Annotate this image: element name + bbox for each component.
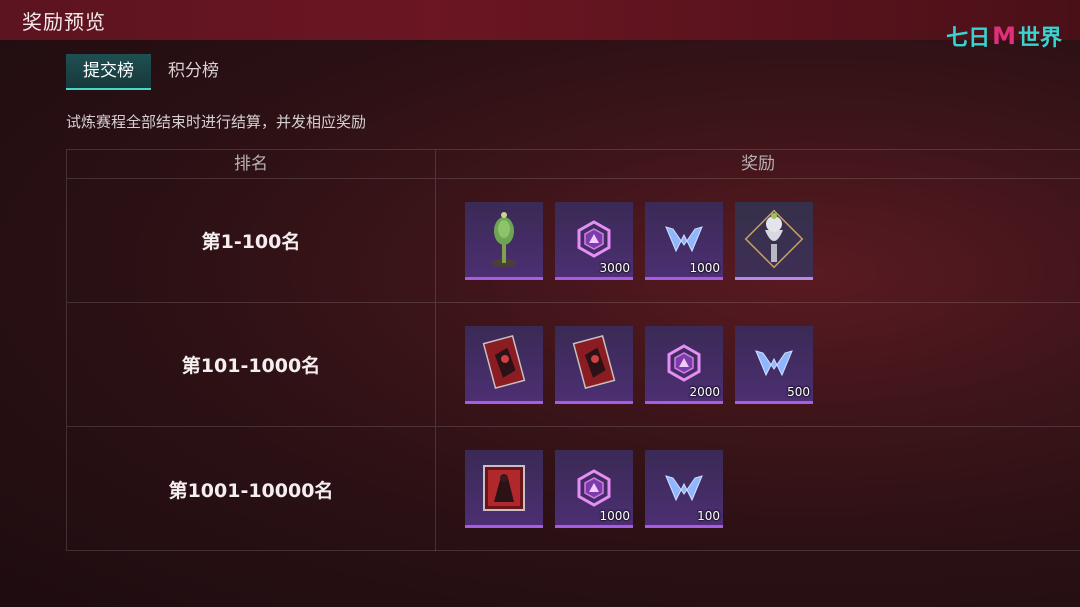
reward-list: 3000 1000: [436, 179, 1080, 302]
purple-hexagon-token-icon: [667, 344, 701, 382]
red-card-icon: [482, 334, 526, 390]
reward-quantity: 1000: [689, 260, 720, 275]
rank-range: 第1001-10000名: [67, 427, 436, 551]
reward-table: 排名 奖励 第1-100名 3000 1000 第101-1000名 2000 …: [66, 149, 1080, 551]
reward-item[interactable]: [555, 325, 633, 404]
logo-text-right: 世界: [1017, 26, 1062, 51]
reward-item[interactable]: 500: [735, 325, 813, 404]
purple-hexagon-token-icon: [577, 468, 611, 507]
table-row: 第101-1000名 2000 500: [67, 303, 1080, 427]
red-card-icon: [572, 334, 616, 390]
reward-item[interactable]: [465, 450, 543, 528]
purple-hexagon-token-icon: [577, 220, 611, 258]
reward-item[interactable]: 1000: [645, 201, 723, 280]
column-header-rank: 排名: [67, 150, 436, 178]
logo-text-left: 七日: [946, 26, 991, 51]
green-cactus-figurine-icon: [492, 212, 516, 267]
table-header: 排名 奖励: [67, 150, 1080, 179]
blue-m-crystal-icon: [665, 474, 703, 501]
page-title: 奖励预览: [22, 10, 106, 34]
reward-item[interactable]: 3000: [555, 201, 633, 280]
tab-points-ranking[interactable]: 积分榜: [151, 54, 236, 90]
reward-item[interactable]: 1000: [555, 450, 633, 528]
blue-m-crystal-icon: [755, 350, 793, 377]
silver-torch-trophy-icon: [744, 209, 804, 269]
reward-quantity: 100: [697, 509, 720, 523]
reward-quantity: 500: [787, 384, 810, 399]
reward-quantity: 2000: [689, 384, 720, 399]
header-bar: [0, 0, 1080, 40]
column-header-reward: 奖励: [741, 154, 775, 174]
tab-submit-ranking[interactable]: 提交榜: [66, 54, 151, 90]
leaderboard-tabs: 提交榜 积分榜: [66, 54, 236, 90]
settlement-description: 试炼赛程全部结束时进行结算，并发相应奖励: [66, 113, 367, 131]
table-row: 第1-100名 3000 1000: [67, 179, 1080, 303]
reward-item[interactable]: 2000: [645, 325, 723, 404]
rank-range: 第1-100名: [67, 179, 436, 302]
reward-quantity: 3000: [599, 260, 630, 275]
reward-item[interactable]: [465, 325, 543, 404]
logo-m-mark: M: [992, 22, 1016, 50]
game-logo: 七日 M 世界: [946, 20, 1062, 52]
reward-item[interactable]: 100: [645, 450, 723, 528]
reward-item[interactable]: [465, 201, 543, 280]
reward-list: 2000 500: [436, 303, 1080, 426]
table-row: 第1001-10000名 1000 100: [67, 427, 1080, 551]
reward-item[interactable]: [735, 201, 813, 280]
blue-m-crystal-icon: [665, 226, 703, 253]
rank-range: 第101-1000名: [67, 303, 436, 426]
red-framed-picture-icon: [483, 464, 525, 511]
reward-list: 1000 100: [436, 427, 1080, 551]
reward-quantity: 1000: [599, 509, 630, 523]
